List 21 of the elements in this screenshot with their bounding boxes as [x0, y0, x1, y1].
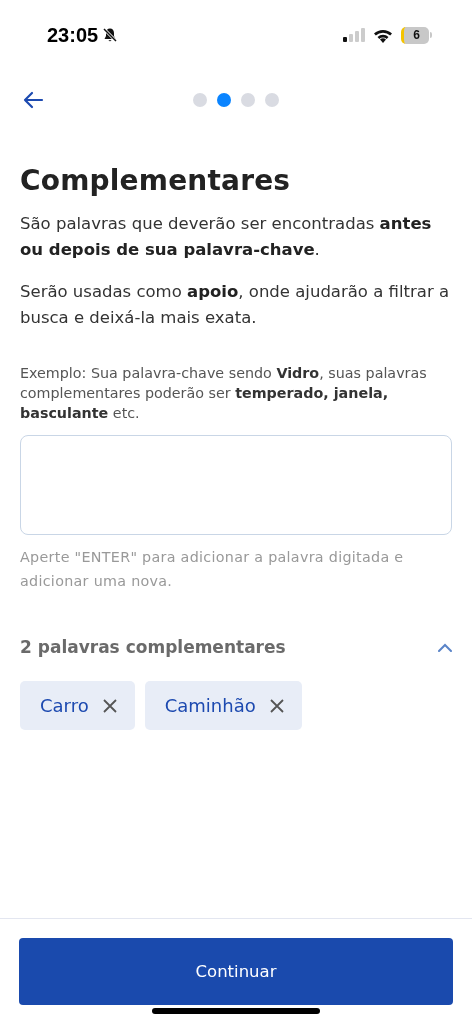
back-arrow-icon [22, 91, 44, 109]
battery-icon: 6 [401, 26, 432, 44]
remove-tag-button[interactable] [269, 698, 284, 713]
input-field[interactable] [20, 435, 452, 535]
close-icon [269, 698, 284, 713]
continue-button[interactable]: Continuar [19, 938, 453, 1005]
remove-tag-button[interactable] [102, 698, 117, 713]
example-text: Exemplo: Sua palavra-chave sendo Vidro, suas palavras complementares poderão ser temperado, janela, basculante etc. [20, 364, 428, 423]
chevron-icon [438, 642, 452, 652]
page-title: Complementares [20, 164, 292, 197]
tag-label: Caminhão [164, 695, 256, 716]
signal-icon [343, 28, 365, 42]
status-time: 23:05 [47, 23, 99, 47]
hint-text: Aperte "ENTER" para adicionar a palavra digitada e adicionar uma nova. [20, 548, 405, 591]
wifi-icon [373, 27, 393, 43]
description-text: Serão usadas como apoio, onde ajudarão a filtrar a busca e deixá-la mais exata. [20, 281, 451, 329]
close-icon [102, 698, 117, 713]
description-text: São palavras que deverão ser encontradas antes ou depois de sua palavra-chave. [20, 213, 433, 261]
bell-off-icon [102, 27, 119, 43]
tag-label: Carro [40, 695, 89, 716]
keywords-accordion[interactable]: 2 palavras complementares [20, 637, 452, 657]
